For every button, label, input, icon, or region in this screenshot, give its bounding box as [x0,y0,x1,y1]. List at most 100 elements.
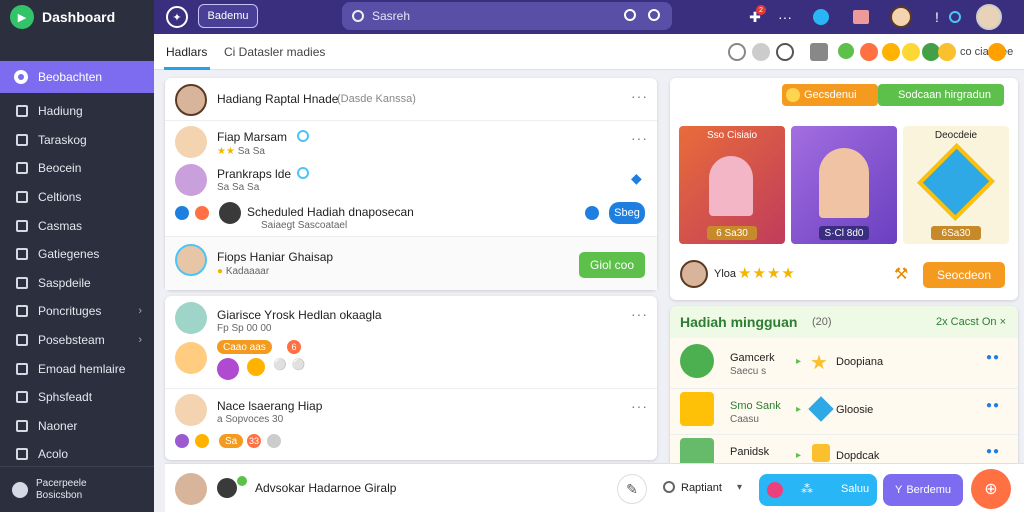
more-options-icon[interactable]: ··· [631,88,648,104]
sidebar-item[interactable]: Naoner [0,412,154,441]
sidebar-footer[interactable]: Pacerpeele Bosicsbon [0,466,154,512]
avatar[interactable] [175,244,207,276]
gift-icon[interactable] [850,6,872,28]
post-title[interactable]: Giarisce Yrosk Hedlan okaagla [217,308,382,322]
search-bar[interactable] [342,2,672,30]
emoji-star-icon[interactable] [938,43,956,61]
refresh-icon[interactable] [944,6,966,28]
chat-bubble-icon[interactable] [776,43,794,61]
game-icon[interactable] [217,358,239,380]
avatar[interactable] [175,394,207,426]
game-card[interactable]: Sso Cisiaio 6 Sa30 [679,126,785,244]
sidebar-item[interactable]: Saspdeile [0,269,154,298]
game-price[interactable]: S·Cl 8d0 [819,226,869,240]
invite-button[interactable]: Giol coo [579,252,645,278]
more-options-icon[interactable]: ··· [631,306,648,322]
heart-icon[interactable] [195,206,209,220]
sidebar-item[interactable]: Celtions [0,183,154,212]
dropdown-value[interactable]: Raptiant [681,482,722,494]
more-options-icon[interactable]: ●● [986,352,1000,363]
emoji-wink-icon[interactable] [988,43,1006,61]
invite-name[interactable]: Fiops Haniar Ghaisap [217,250,333,264]
more-options-icon[interactable]: ⚪ ⚪ [273,358,306,371]
post-title[interactable]: Nace lsaerang Hiap [217,399,322,413]
tab-primary[interactable]: Hadlars [166,45,207,59]
post-author[interactable]: Prankraps lde [217,167,291,181]
sidebar-item[interactable]: Gatiegenes [0,240,154,269]
like-icon[interactable] [175,434,189,448]
avatar[interactable] [175,126,207,158]
more-icon[interactable]: ··· [774,6,796,28]
tab-secondary[interactable]: Ci Datasler madies [224,45,325,59]
avatar[interactable] [217,478,237,498]
sidebar-item-label: Casmas [38,218,83,233]
game-price[interactable]: 6 Sa30 [707,226,757,240]
coin-icon[interactable] [247,358,265,376]
chevron-right-icon[interactable]: › [138,334,142,346]
help-icon[interactable] [728,43,746,61]
topbar: ✦ Bademu ✚ 2 ··· ! [154,0,1024,34]
share-icon[interactable] [585,206,599,220]
avatar[interactable] [175,473,207,505]
sidebar-item[interactable]: Acolo [0,440,154,469]
edit-icon[interactable]: ✎ [617,474,647,504]
sidebar-item[interactable]: Casmas [0,211,154,240]
online-icon [237,476,247,486]
zoom-icon[interactable] [624,9,636,21]
sidebar-item-label: Gatiegenes [38,247,100,262]
sidebar-item[interactable]: Sphsfeadt [0,383,154,412]
share-button[interactable]: Sbeg [609,202,645,224]
action-blue-button[interactable]: Saluu [841,483,869,495]
brand[interactable]: ▶ Dashboard [0,0,154,34]
gift-fab-icon[interactable]: ⊕ [971,469,1011,509]
topbar-button[interactable]: Bademu [198,4,258,28]
game-card[interactable]: S·Cl 8d0 [791,126,897,244]
chat-icon[interactable] [810,6,832,28]
calendar-icon[interactable] [810,43,828,61]
rewards-right-link[interactable]: 2x Cacst On × [936,316,1006,328]
emoji-angry-icon[interactable] [860,43,878,61]
game-price[interactable]: 6Sa30 [931,226,981,240]
chevron-right-icon[interactable]: › [138,305,142,317]
sidebar-item[interactable]: Emoad hemlaire [0,354,154,383]
sidebar-item[interactable]: Hadiung [0,97,154,126]
more-options-icon[interactable]: ··· [631,130,648,146]
post-author[interactable]: Fiap Marsam [217,130,287,144]
avatar[interactable] [219,202,241,224]
search-submit-icon[interactable] [648,9,660,21]
chevron-down-icon[interactable]: ▾ [737,482,742,493]
emoji-icon[interactable] [767,482,783,498]
expand-icon[interactable]: ◆ [631,170,643,187]
emoji-happy-icon[interactable] [882,43,900,61]
avatar[interactable] [175,302,207,334]
action-purple-button[interactable]: Y Berdemu [883,474,963,506]
store-tab-orange[interactable]: Gecsdenui [782,84,878,106]
avatar[interactable] [175,84,207,116]
more-options-icon[interactable]: ●● [986,400,1000,411]
avatar[interactable] [175,342,207,374]
reply-icon[interactable] [175,206,189,220]
emoji-smile-icon[interactable] [902,43,920,61]
game-card[interactable]: Deocdeie 6Sa30 [903,126,1009,244]
store-tab-green[interactable]: Sodcaan hirgradun [878,84,1004,106]
apps-icon[interactable]: ⁂ [801,482,813,496]
sidebar-item[interactable]: Beocein [0,154,154,183]
store-action-button[interactable]: Seocdeon [923,262,1005,288]
compass-icon[interactable]: ✦ [166,6,188,28]
avatar[interactable] [680,260,708,288]
green-dot-icon[interactable] [838,43,854,59]
user-avatar-icon[interactable] [890,6,912,28]
more-options-icon[interactable]: ··· [631,398,648,414]
avatar[interactable] [175,164,207,196]
sidebar-item[interactable]: Posebsteam › [0,326,154,355]
sidebar-item-active[interactable]: Beobachten [0,61,154,93]
profile-avatar-icon[interactable] [976,4,1002,30]
sidebar-item[interactable]: Poncrituges › [0,297,154,326]
user-icon[interactable] [752,43,770,61]
sidebar-item[interactable]: Taraskog [0,126,154,155]
more-icon[interactable] [267,434,281,448]
search-input[interactable] [372,9,612,23]
more-options-icon[interactable]: ●● [986,446,1000,457]
emoji-icon[interactable] [195,434,209,448]
hammer-icon[interactable]: ⚒ [894,264,908,284]
